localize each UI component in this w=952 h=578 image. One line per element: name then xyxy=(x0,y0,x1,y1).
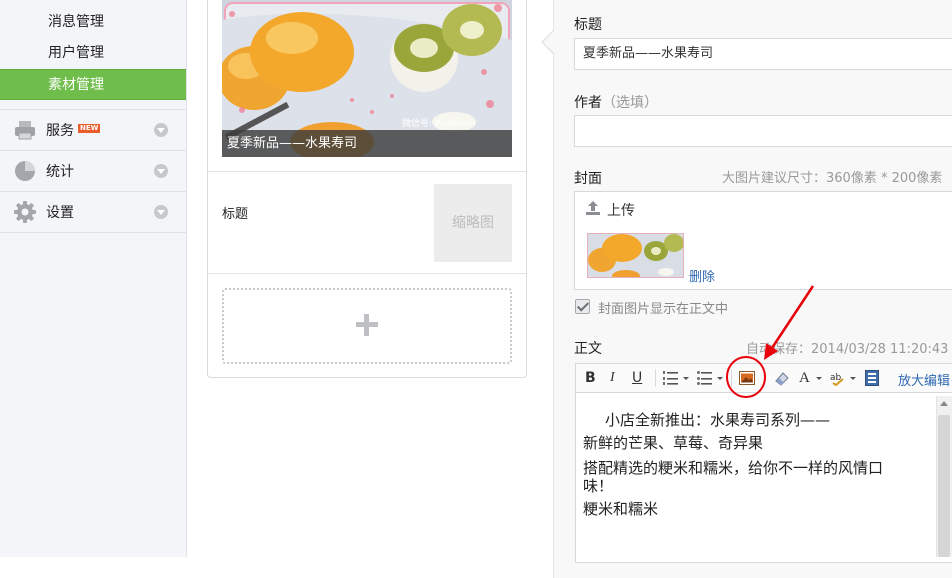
toolbar-divider xyxy=(731,369,732,387)
body-label: 正文 xyxy=(574,341,602,357)
divider xyxy=(208,171,526,172)
eraser-icon[interactable] xyxy=(774,370,790,386)
divider xyxy=(208,273,526,274)
author-input[interactable] xyxy=(574,115,952,147)
autosave-status: 自动保存：2014/03/28 11:20:43 xyxy=(746,342,949,357)
sidebar-menu-settings[interactable]: 设置 xyxy=(0,192,186,232)
printer-icon xyxy=(13,118,37,142)
chevron-down-icon[interactable] xyxy=(154,164,168,178)
zoom-edit-link[interactable]: 放大编辑 xyxy=(898,370,950,389)
editor-paragraph[interactable]: 新鲜的芒果、草莓、奇异果 xyxy=(583,432,763,453)
spellcheck-icon[interactable]: ab xyxy=(830,370,858,387)
unordered-list-icon[interactable] xyxy=(697,370,725,386)
sub-article-title[interactable]: 标题 xyxy=(222,203,248,222)
chevron-down-icon[interactable] xyxy=(154,123,168,137)
cover-thumbnail xyxy=(587,233,684,278)
pie-chart-icon xyxy=(13,159,37,183)
show-cover-label[interactable]: 封面图片显示在正文中 xyxy=(598,298,728,317)
font-color-button[interactable]: A xyxy=(799,370,810,386)
cover-caption: 夏季新品——水果寿司 xyxy=(222,130,512,157)
scroll-up-arrow[interactable] xyxy=(940,401,948,406)
sidebar-menu-settings-label: 设置 xyxy=(46,205,74,221)
cover-watermark: 微信号: Wuterxin xyxy=(402,117,475,129)
sidebar-divider xyxy=(0,232,186,233)
sidebar-menu-statistics-label: 统计 xyxy=(46,164,74,180)
sidebar-item-message-management[interactable]: 消息管理 xyxy=(0,7,186,38)
editor-paragraph[interactable]: 味！ xyxy=(583,475,613,496)
editor-paragraph[interactable]: 搭配精选的粳米和糯米，给你不一样的风情口 xyxy=(583,457,883,478)
underline-button[interactable]: U xyxy=(632,370,642,386)
panel-pointer-inner xyxy=(543,31,554,53)
upload-button[interactable]: 上传 xyxy=(607,200,635,220)
ordered-list-icon[interactable] xyxy=(663,370,691,386)
cover-size-hint: 大图片建议尺寸：360像素 * 200像素 xyxy=(722,171,943,186)
gear-icon xyxy=(13,200,37,224)
show-cover-checkbox[interactable] xyxy=(575,299,590,314)
thumbnail-placeholder[interactable]: 缩略图 xyxy=(434,184,512,262)
plus-icon xyxy=(364,314,369,336)
template-icon[interactable] xyxy=(865,370,879,386)
upload-icon[interactable] xyxy=(585,200,601,216)
delete-cover-link[interactable]: 删除 xyxy=(689,266,715,285)
title-input[interactable]: 夏季新品——水果寿司 xyxy=(574,38,952,70)
editor-paragraph[interactable]: 小店全新推出：水果寿司系列—— xyxy=(605,409,830,430)
author-label: 作者（选填） xyxy=(574,95,658,111)
editor-paragraph[interactable]: 粳米和糯米 xyxy=(583,498,658,519)
scroll-thumb[interactable] xyxy=(938,415,950,557)
sidebar-menu-service[interactable]: 服务 NEW xyxy=(0,110,186,150)
sidebar-menu-statistics[interactable]: 统计 xyxy=(0,151,186,191)
sidebar-item-material-management[interactable]: 素材管理 xyxy=(0,69,186,100)
bold-button[interactable]: B xyxy=(585,370,596,386)
title-label: 标题 xyxy=(574,17,602,33)
insert-image-icon[interactable] xyxy=(739,371,755,387)
new-badge: NEW xyxy=(78,124,101,133)
toolbar-divider xyxy=(655,369,656,387)
italic-button[interactable]: I xyxy=(610,370,615,386)
chevron-down-icon[interactable] xyxy=(154,205,168,219)
cover-label: 封面 xyxy=(574,171,602,187)
chevron-down-icon[interactable] xyxy=(815,370,823,386)
sidebar-item-user-management[interactable]: 用户管理 xyxy=(0,38,186,69)
sidebar-menu-service-label: 服务 xyxy=(46,123,74,139)
